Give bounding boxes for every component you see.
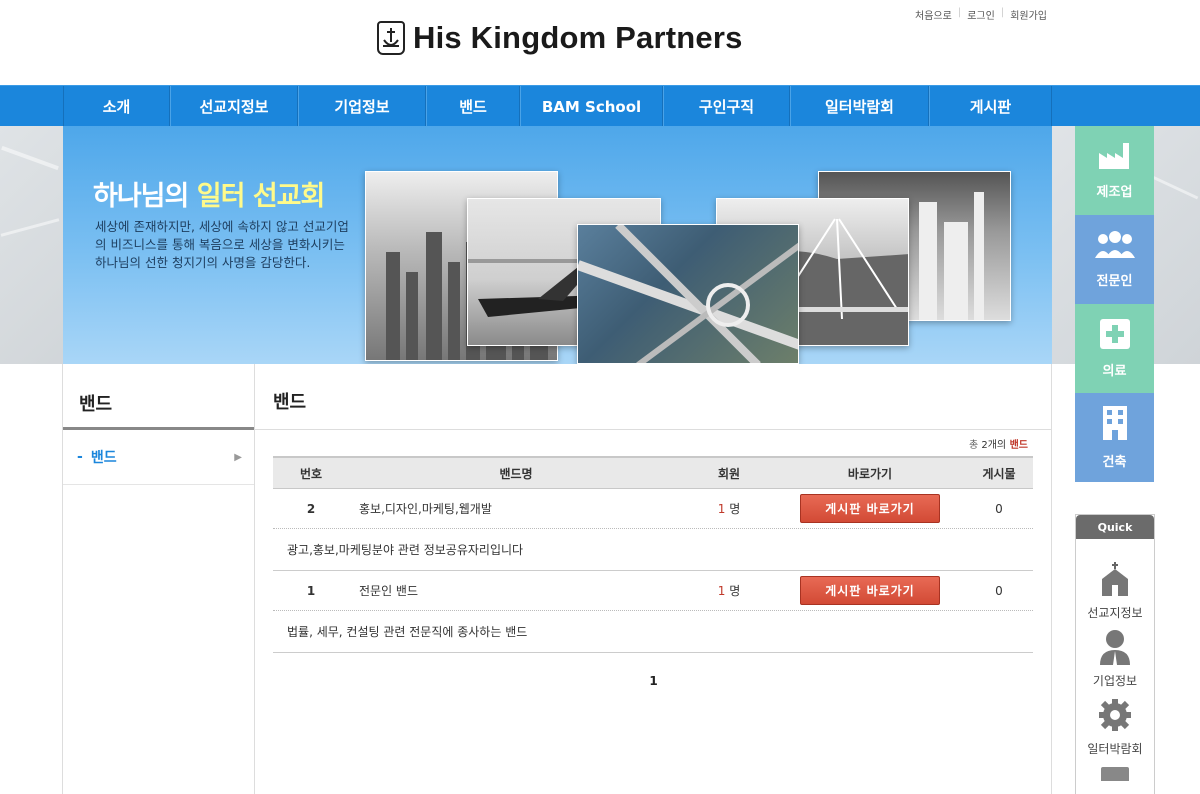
- separator: |: [1000, 7, 1005, 18]
- nav-item-band[interactable]: 밴드: [426, 86, 520, 127]
- member-count: 1 명: [717, 502, 741, 516]
- nav-item-bam-school[interactable]: BAM School: [520, 86, 663, 127]
- category-professional[interactable]: 전문인: [1075, 215, 1154, 304]
- nav-item-mission-info[interactable]: 선교지정보: [170, 86, 298, 127]
- band-description: 법률, 세무, 컨설팅 관련 전문직에 종사하는 밴드: [273, 611, 1033, 653]
- nav-item-company-info[interactable]: 기업정보: [298, 86, 426, 127]
- quick-item-fair[interactable]: 일터박람회: [1076, 697, 1154, 757]
- total-count: 총 2개의 밴드: [968, 440, 1028, 451]
- row-number: 2: [306, 501, 316, 516]
- signup-link[interactable]: 회원가입: [1010, 7, 1047, 22]
- go-to-board-button[interactable]: 게시판 바로가기: [800, 576, 940, 605]
- hero-banner: 하나님의 일터 선교회 세상에 존재하지만, 세상에 속하지 않고 선교기업의 …: [63, 126, 1052, 364]
- page-title: 밴드: [255, 364, 1051, 430]
- main-content: 밴드 총 2개의 밴드 번호 밴드명 회원 바로가기 게시물 2 홍보,디자인,…: [255, 364, 1052, 794]
- quick-title: Quick: [1076, 515, 1154, 539]
- band-description: 광고,홍보,마케팅분야 관련 정보공유자리입니다: [273, 529, 1033, 571]
- post-count: 0: [995, 501, 1003, 516]
- column-header-shortcut: 바로가기: [847, 466, 893, 481]
- factory-icon: [1097, 141, 1133, 175]
- arrow-right-icon: ▶: [234, 451, 242, 463]
- nav-item-jobs[interactable]: 구인구직: [663, 86, 790, 127]
- column-header-posts: 게시물: [982, 466, 1016, 481]
- logo-text: His Kingdom Partners: [413, 20, 743, 55]
- column-header-name: 밴드명: [499, 466, 533, 481]
- category-menu: 제조업 전문인 의료 건축: [1075, 126, 1154, 482]
- column-header-members: 회원: [717, 466, 741, 481]
- category-architecture[interactable]: 건축: [1075, 393, 1154, 482]
- quick-menu: Quick 선교지정보 기업정보 일터박람회: [1075, 514, 1155, 794]
- category-manufacturing[interactable]: 제조업: [1075, 126, 1154, 215]
- category-medical[interactable]: 의료: [1075, 304, 1154, 393]
- member-count: 1 명: [717, 584, 741, 598]
- quick-item-company-info[interactable]: 기업정보: [1076, 629, 1154, 689]
- utility-links: 처음으로 | 로그인 | 회원가입: [915, 7, 1047, 22]
- banner-description: 세상에 존재하지만, 세상에 속하지 않고 선교기업의 비즈니스를 통해 복음으…: [95, 219, 349, 270]
- sidebar-item-band[interactable]: - 밴드 ▶: [63, 430, 254, 485]
- building-icon: [1102, 405, 1128, 445]
- table-row: 1 전문인 밴드 1 명 게시판 바로가기 0: [273, 571, 1033, 611]
- quick-item-mission-info[interactable]: 선교지정보: [1076, 561, 1154, 621]
- gear-icon: [1097, 697, 1133, 736]
- main-nav: 소개 선교지정보 기업정보 밴드 BAM School 구인구직 일터박람회 게…: [0, 85, 1200, 127]
- person-icon: [1098, 629, 1132, 668]
- church-icon: [1098, 561, 1132, 600]
- login-link[interactable]: 로그인: [967, 7, 995, 22]
- nav-item-board[interactable]: 게시판: [929, 86, 1051, 127]
- table-header: 번호 밴드명 회원 바로가기 게시물: [273, 456, 1033, 489]
- band-table: 번호 밴드명 회원 바로가기 게시물 2 홍보,디자인,마케팅,웹개발 1 명 …: [273, 456, 1033, 653]
- column-header-number: 번호: [299, 466, 323, 481]
- bullet-icon: -: [77, 449, 83, 465]
- banner-photo-aerial: [577, 224, 799, 364]
- sidebar-item-label: 밴드: [90, 450, 117, 466]
- nav-item-fair[interactable]: 일터박람회: [790, 86, 929, 127]
- band-name-link[interactable]: 전문인 밴드: [349, 582, 683, 599]
- medical-cross-icon: [1099, 318, 1131, 354]
- site-logo[interactable]: His Kingdom Partners: [377, 20, 743, 56]
- logo-icon: [377, 21, 405, 55]
- band-name-link[interactable]: 홍보,디자인,마케팅,웹개발: [349, 500, 683, 517]
- go-to-board-button[interactable]: 게시판 바로가기: [800, 494, 940, 523]
- sidebar-title: 밴드: [63, 364, 254, 430]
- row-number: 1: [306, 583, 316, 598]
- table-row: 2 홍보,디자인,마케팅,웹개발 1 명 게시판 바로가기 0: [273, 489, 1033, 529]
- banner-title: 하나님의 일터 선교회: [93, 181, 325, 212]
- separator: |: [957, 7, 962, 18]
- nav-item-intro[interactable]: 소개: [64, 86, 170, 127]
- people-icon: [1093, 230, 1137, 264]
- page-link-current[interactable]: 1: [649, 674, 657, 688]
- quick-more-icon: [1101, 767, 1129, 781]
- page: His Kingdom Partners 처음으로 | 로그인 | 회원가입 소…: [0, 0, 1200, 794]
- left-sidebar: 밴드 - 밴드 ▶: [62, 364, 255, 794]
- home-link[interactable]: 처음으로: [915, 7, 952, 22]
- post-count: 0: [995, 583, 1003, 598]
- pagination: 1: [255, 674, 1052, 688]
